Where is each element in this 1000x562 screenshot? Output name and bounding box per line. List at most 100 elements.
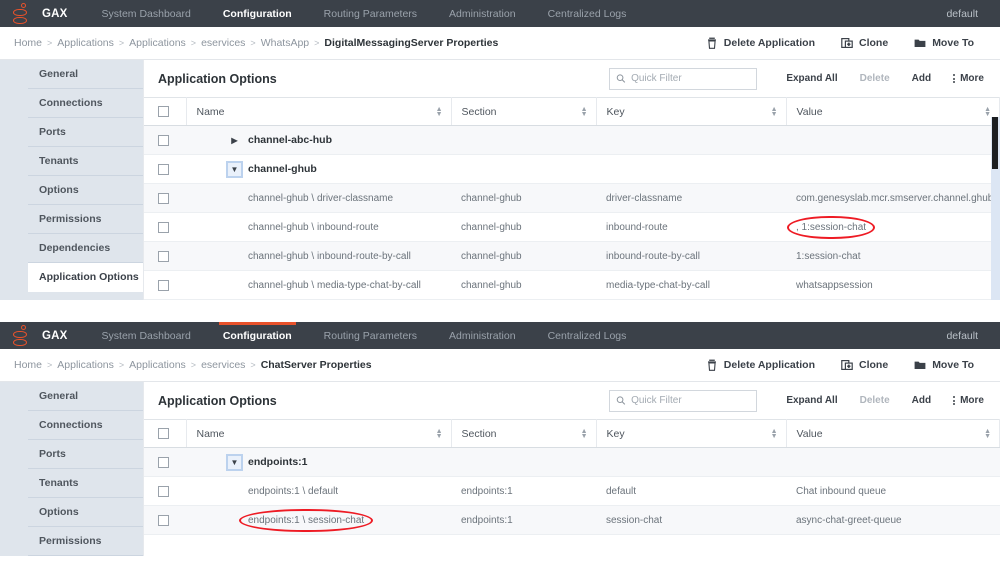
row-checkbox[interactable] bbox=[158, 485, 169, 497]
scrollbar-thumb[interactable] bbox=[992, 117, 998, 169]
genesys-logo-icon[interactable] bbox=[0, 322, 42, 349]
row-select-cell bbox=[144, 447, 186, 477]
genesys-logo-icon[interactable] bbox=[0, 0, 42, 27]
breadcrumb-item[interactable]: Home bbox=[14, 37, 42, 49]
search-input[interactable] bbox=[631, 395, 751, 406]
breadcrumb-item[interactable]: Applications bbox=[129, 37, 186, 49]
breadcrumb-item[interactable]: eservices bbox=[201, 37, 245, 49]
sidebar-item-connections[interactable]: Connections bbox=[28, 89, 143, 118]
option-name-cell: channel-ghub \ driver-classname bbox=[186, 183, 451, 213]
sidebar-item-options[interactable]: Options bbox=[28, 498, 143, 527]
option-value: 1:session-chat bbox=[796, 250, 861, 262]
breadcrumb-item[interactable]: Applications bbox=[129, 359, 186, 371]
column-header-value[interactable]: Value ▲ ▼ bbox=[786, 97, 1000, 126]
delete-application-button[interactable]: Delete Application bbox=[706, 359, 815, 371]
breadcrumb-item[interactable]: WhatsApp bbox=[261, 37, 309, 49]
delete-application-button[interactable]: Delete Application bbox=[706, 37, 815, 49]
row-checkbox[interactable] bbox=[158, 134, 169, 146]
sidebar-item-permissions[interactable]: Permissions bbox=[28, 205, 143, 234]
nav-tab-system-dashboard[interactable]: System Dashboard bbox=[86, 0, 207, 27]
trash-icon bbox=[707, 37, 716, 49]
expand-all-button[interactable]: Expand All bbox=[775, 395, 848, 406]
column-label: Section bbox=[461, 427, 497, 440]
row-select-cell bbox=[144, 154, 186, 184]
nav-tab-routing-parameters[interactable]: Routing Parameters bbox=[308, 322, 433, 349]
column-header-section[interactable]: Section ▲ ▼ bbox=[451, 419, 597, 448]
row-checkbox[interactable] bbox=[158, 250, 169, 262]
more-button[interactable]: More bbox=[942, 395, 992, 406]
nav-tab-centralized-logs[interactable]: Centralized Logs bbox=[532, 322, 643, 349]
user-label[interactable]: default bbox=[946, 322, 1000, 349]
nav-tab-system-dashboard[interactable]: System Dashboard bbox=[86, 322, 207, 349]
sidebar-item-ports[interactable]: Ports bbox=[28, 118, 143, 147]
sidebar-item-tenants[interactable]: Tenants bbox=[28, 469, 143, 498]
more-button[interactable]: More bbox=[942, 73, 992, 84]
table-row[interactable]: ▶ channel-abc-hub bbox=[144, 125, 1000, 155]
sidebar-item-label: Permissions bbox=[39, 535, 102, 547]
breadcrumb-item[interactable]: Applications bbox=[57, 37, 114, 49]
column-header-name[interactable]: Name ▲ ▼ bbox=[186, 97, 452, 126]
nav-tab-administration[interactable]: Administration bbox=[433, 0, 532, 27]
nav-tab-configuration[interactable]: Configuration bbox=[207, 0, 308, 27]
sidebar-item-options[interactable]: Options bbox=[28, 176, 143, 205]
add-button[interactable]: Add bbox=[901, 395, 942, 406]
user-label[interactable]: default bbox=[946, 0, 1000, 27]
breadcrumb-item[interactable]: Applications bbox=[57, 359, 114, 371]
expand-all-button[interactable]: Expand All bbox=[775, 73, 848, 84]
table-row[interactable]: ▼ endpoints:1 bbox=[144, 447, 1000, 477]
breadcrumb-separator: > bbox=[314, 38, 320, 48]
row-checkbox[interactable] bbox=[158, 456, 169, 468]
clone-button[interactable]: Clone bbox=[841, 359, 888, 371]
row-checkbox[interactable] bbox=[158, 163, 169, 175]
row-checkbox[interactable] bbox=[158, 221, 169, 233]
options-content: Application Options Expand AllDeleteAdd Mo… bbox=[143, 382, 1000, 556]
table-row[interactable]: ▼ channel-ghub bbox=[144, 154, 1000, 184]
row-checkbox[interactable] bbox=[158, 192, 169, 204]
column-header-section[interactable]: Section ▲ ▼ bbox=[451, 97, 597, 126]
vertical-scrollbar[interactable] bbox=[991, 117, 1000, 300]
nav-tab-routing-parameters[interactable]: Routing Parameters bbox=[308, 0, 433, 27]
table-row[interactable]: channel-ghub \ media-type-chat-by-call ch… bbox=[144, 270, 1000, 300]
search-input[interactable] bbox=[631, 73, 751, 84]
caret-down-icon[interactable]: ▼ bbox=[226, 160, 243, 178]
add-button[interactable]: Add bbox=[901, 73, 942, 84]
quick-filter[interactable] bbox=[609, 389, 758, 412]
column-header-value[interactable]: Value ▲ ▼ bbox=[786, 419, 1000, 448]
select-all-checkbox[interactable] bbox=[158, 428, 169, 439]
table-row[interactable]: endpoints:1 \ default endpoints:1 default C… bbox=[144, 476, 1000, 506]
column-label: Value bbox=[796, 105, 823, 118]
sidebar-item-dependencies[interactable]: Dependencies bbox=[28, 234, 143, 263]
column-header-key[interactable]: Key ▲ ▼ bbox=[596, 419, 787, 448]
clone-button[interactable]: Clone bbox=[841, 37, 888, 49]
nav-tab-configuration[interactable]: Configuration bbox=[207, 322, 308, 349]
option-section-cell bbox=[451, 447, 596, 477]
table-row[interactable]: endpoints:1 \ session-chat endpoints:1 ses… bbox=[144, 505, 1000, 535]
breadcrumb-item[interactable]: Home bbox=[14, 359, 42, 371]
column-header-name[interactable]: Name ▲ ▼ bbox=[186, 419, 452, 448]
delete-button[interactable]: Delete bbox=[849, 395, 901, 406]
nav-tab-centralized-logs[interactable]: Centralized Logs bbox=[532, 0, 643, 27]
sidebar-item-general[interactable]: General bbox=[28, 382, 143, 411]
breadcrumb-item[interactable]: eservices bbox=[201, 359, 245, 371]
sidebar-item-ports[interactable]: Ports bbox=[28, 440, 143, 469]
row-checkbox[interactable] bbox=[158, 279, 169, 291]
table-row[interactable]: channel-ghub \ inbound-route channel-ghub… bbox=[144, 212, 1000, 242]
delete-button[interactable]: Delete bbox=[849, 73, 901, 84]
sidebar-item-application-options[interactable]: Application Options bbox=[28, 263, 143, 292]
sidebar-item-connections[interactable]: Connections bbox=[28, 411, 143, 440]
caret-right-icon[interactable]: ▶ bbox=[228, 134, 241, 147]
caret-down-icon[interactable]: ▼ bbox=[226, 453, 243, 471]
sidebar-item-permissions[interactable]: Permissions bbox=[28, 527, 143, 556]
move-to-button[interactable]: Move To bbox=[914, 359, 974, 371]
option-key-cell: inbound-route-by-call bbox=[596, 241, 786, 271]
table-row[interactable]: channel-ghub \ inbound-route-by-call chan… bbox=[144, 241, 1000, 271]
table-row[interactable]: channel-ghub \ driver-classname channel-g… bbox=[144, 183, 1000, 213]
quick-filter[interactable] bbox=[609, 67, 758, 90]
nav-tab-administration[interactable]: Administration bbox=[433, 322, 532, 349]
select-all-checkbox[interactable] bbox=[158, 106, 169, 117]
column-header-key[interactable]: Key ▲ ▼ bbox=[596, 97, 787, 126]
sidebar-item-general[interactable]: General bbox=[28, 60, 143, 89]
row-checkbox[interactable] bbox=[158, 514, 169, 526]
move-to-button[interactable]: Move To bbox=[914, 37, 974, 49]
sidebar-item-tenants[interactable]: Tenants bbox=[28, 147, 143, 176]
